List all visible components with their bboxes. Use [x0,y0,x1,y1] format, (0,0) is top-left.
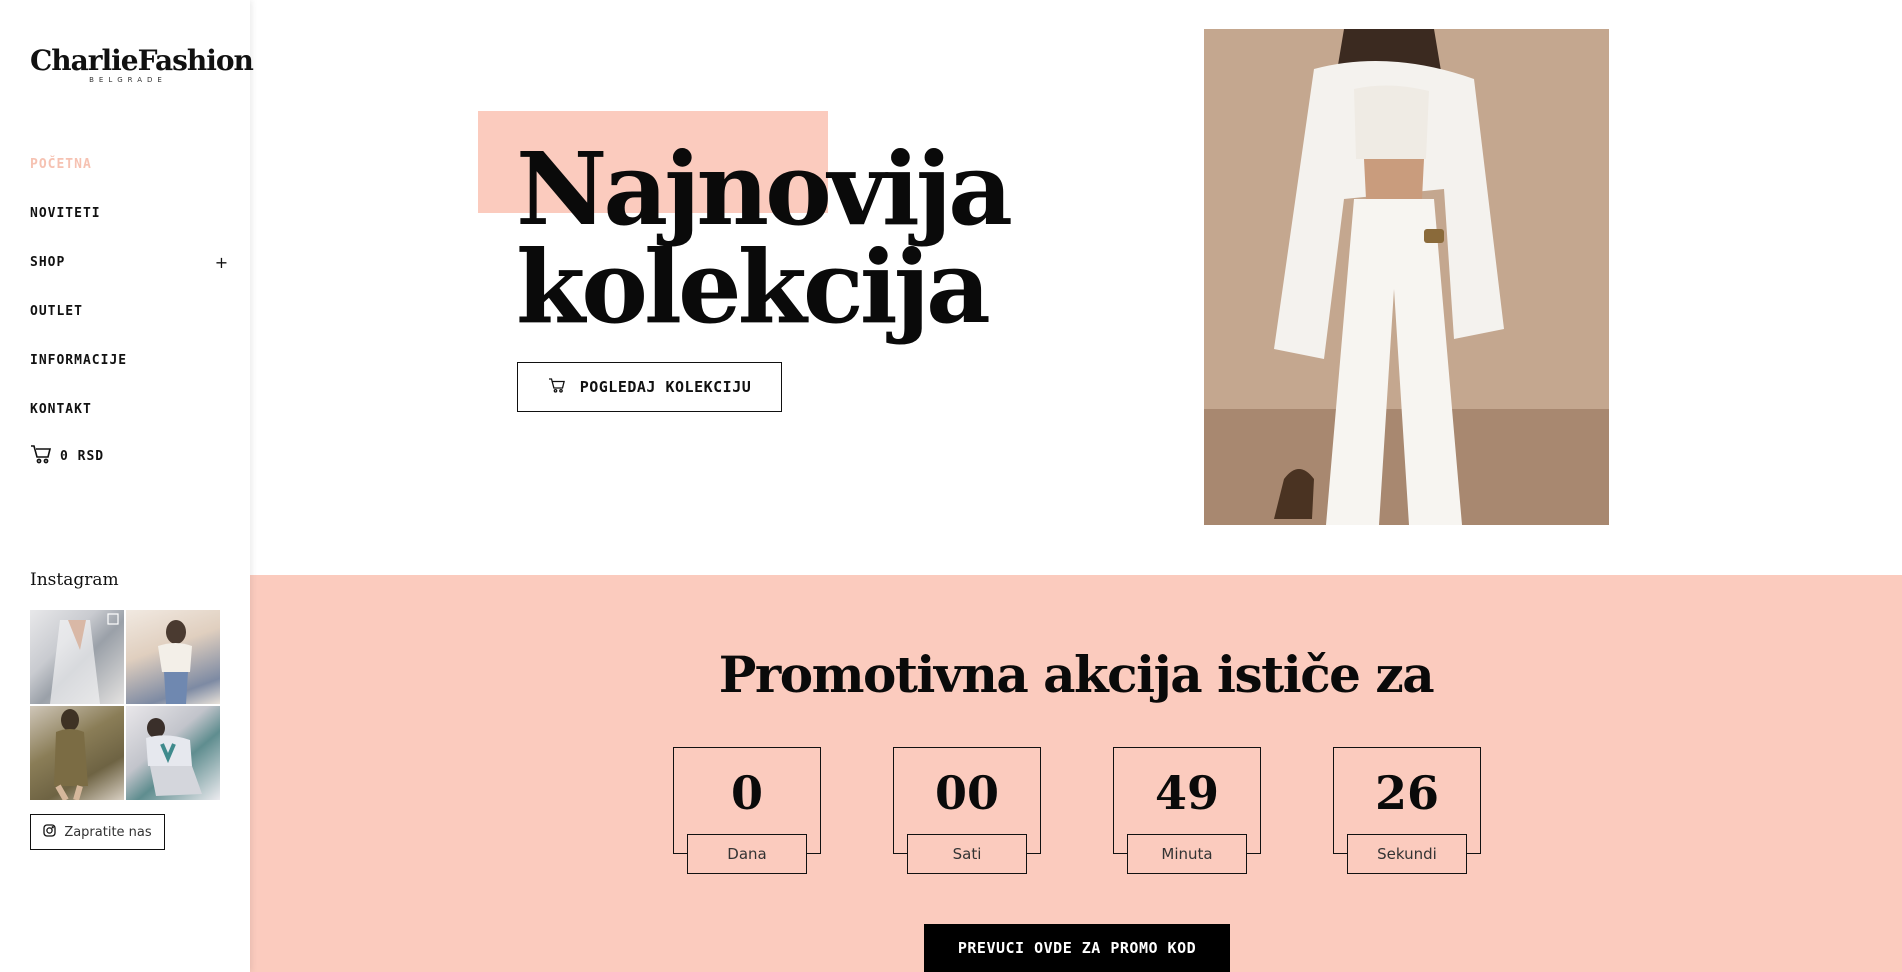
promo-code-button[interactable]: PREVUCI OVDE ZA PROMO KOD [924,924,1230,972]
promo-section: Promotivna akcija ističe za 0 Dana 00 Sa… [250,575,1902,972]
plus-icon[interactable]: + [214,253,230,272]
countdown-value: 0 [730,766,763,820]
countdown-label: Dana [687,834,807,874]
instagram-grid [30,610,220,800]
nav-item-label: NOVITETI [30,206,101,221]
nav-item-noviteti[interactable]: NOVITETI [30,189,230,238]
instagram-title: Instagram [30,570,119,590]
cart-link[interactable]: 0 RSD [30,444,104,468]
countdown-days: 0 Dana [673,747,821,874]
countdown-value: 26 [1374,766,1439,820]
view-collection-label: POGLEDAJ KOLEKCIJU [579,378,752,396]
countdown-label: Sati [907,834,1027,874]
instagram-photo-1[interactable] [30,610,124,704]
cart-icon [30,444,52,468]
instagram-photo-2[interactable] [126,610,220,704]
nav-item-pocetna[interactable]: POČETNA [30,140,230,189]
brand-name: CharlieFashion [30,44,254,77]
nav-item-label: POČETNA [30,157,92,172]
follow-label: Zapratite nas [64,824,152,840]
countdown-value: 00 [934,766,999,820]
countdown-hours: 00 Sati [893,747,1041,874]
instagram-photo-4[interactable] [126,706,220,800]
sidebar: CharlieFashion BELGRADE POČETNA NOVITETI… [0,0,254,972]
countdown-seconds: 26 Sekundi [1333,747,1481,874]
brand-logo[interactable]: CharlieFashion BELGRADE [30,44,254,84]
countdown-minutes: 49 Minuta [1113,747,1261,874]
view-collection-button[interactable]: POGLEDAJ KOLEKCIJU [517,362,782,412]
countdown-label: Minuta [1127,834,1247,874]
instagram-photo-3[interactable] [30,706,124,800]
hero-title-line2: kolekcija [516,228,991,346]
instagram-icon [43,823,56,841]
nav-item-shop[interactable]: SHOP + [30,238,230,287]
nav-item-label: KONTAKT [30,402,92,417]
nav-item-label: INFORMACIJE [30,353,128,368]
hero-model-image [1204,29,1609,525]
nav-item-outlet[interactable]: OUTLET [30,287,230,336]
instagram-follow-button[interactable]: Zapratite nas [30,814,165,850]
countdown-label: Sekundi [1347,834,1467,874]
nav-item-kontakt[interactable]: KONTAKT [30,385,230,434]
nav-item-informacije[interactable]: INFORMACIJE [30,336,230,385]
cart-icon [548,377,566,397]
hero-title: Najnovija kolekcija [516,139,1013,337]
nav-item-label: OUTLET [30,304,83,319]
promo-title: Promotivna akcija ističe za [718,645,1435,704]
nav-item-label: SHOP [30,255,66,270]
main-nav: POČETNA NOVITETI SHOP + OUTLET INFORMACI… [30,140,230,434]
countdown-value: 49 [1154,766,1219,820]
cart-total: 0 RSD [60,448,105,464]
